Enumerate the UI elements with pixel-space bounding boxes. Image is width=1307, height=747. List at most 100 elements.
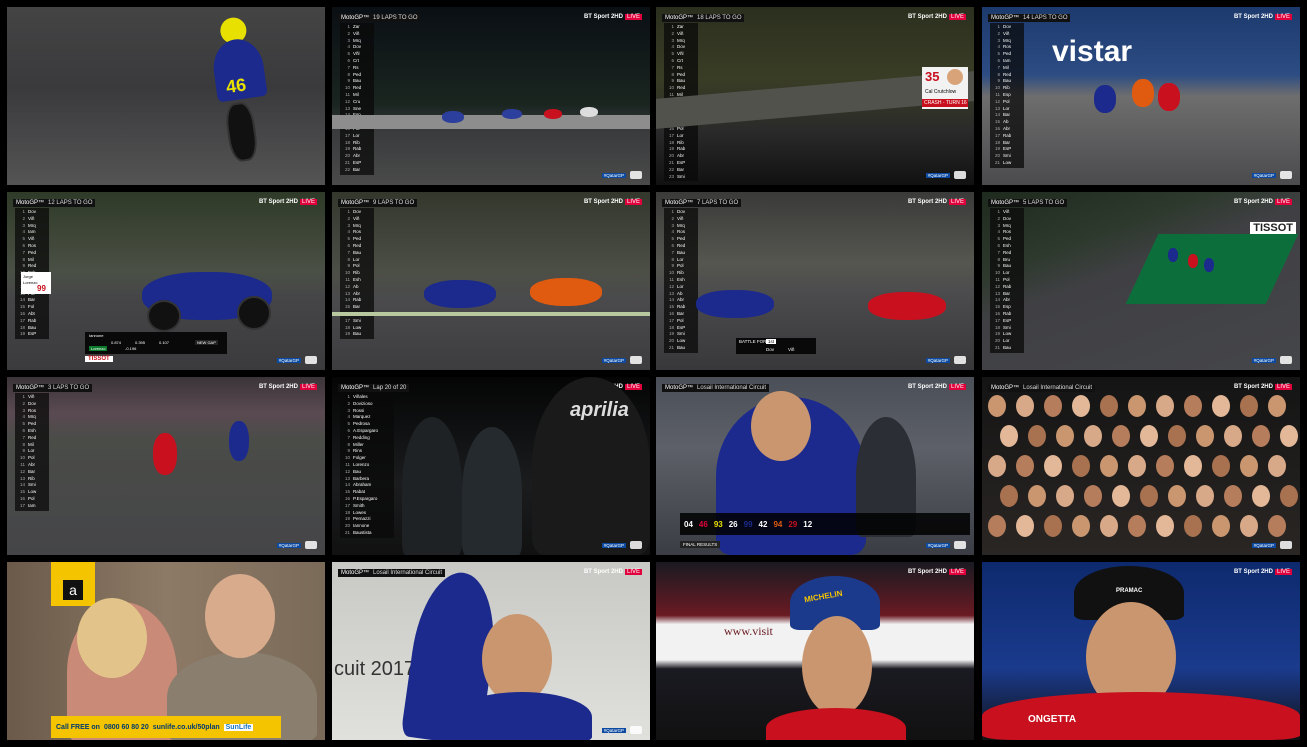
position: 17: [19, 317, 25, 323]
leaderboard: 1 Dov 2 Viñ 3 Mrq 4 Ros 5 Ped 6 Red 7 Bau 8 Lor 9 Pol 10 Ri…: [340, 208, 374, 340]
spectator: [1196, 485, 1214, 507]
broadcast-bug: MotoGP™ Losail International Circuit: [338, 569, 446, 577]
rider-abbrev: Dov: [28, 209, 37, 214]
position: 5: [347, 51, 350, 57]
position: 15: [344, 304, 350, 310]
leaderboard-row: 7 Redding: [342, 435, 392, 442]
rider-abbrev: Esp: [1003, 304, 1011, 310]
rider-abbrev: Viñ: [353, 30, 360, 36]
position: 21: [344, 159, 350, 165]
broadcast-bug: MotoGP™ Lap 20 of 20: [338, 384, 410, 392]
rider-abbrev: Lor: [353, 256, 360, 262]
footer-bug: #QatarGP: [601, 541, 642, 549]
broadcast-bug: MotoGP™ 19 LAPS TO GO: [338, 14, 421, 22]
leaderboard-row: 9 Red: [17, 263, 47, 270]
channel-number: 2HD: [610, 14, 623, 20]
rider-suit: [452, 692, 592, 740]
leaderboard-row: 9 Rins: [342, 448, 392, 455]
spectator: [1112, 425, 1130, 447]
position: 18: [344, 509, 350, 515]
position: 19: [994, 146, 1000, 152]
leaderboard-row: 4 Mrq: [17, 414, 47, 421]
rider-abbrev: Viñales: [353, 394, 368, 399]
live-badge: LIVE: [1274, 199, 1292, 205]
spectator: [1212, 515, 1230, 537]
spectator: [1140, 425, 1158, 447]
leaderboard-row: 18 Bau: [17, 325, 47, 332]
leaderboard-row: 18 EsP: [666, 325, 696, 332]
leaderboard-row: 21 EsP: [666, 160, 696, 167]
leaderboard-row: 15 Low: [17, 489, 47, 496]
leaderboard-row: 14 Abr: [992, 297, 1022, 304]
channel-number: 2HD: [1260, 384, 1273, 390]
leaderboard-row: 4 Ros: [992, 229, 1022, 236]
circuit-name: Losail International Circuit: [373, 570, 443, 576]
laps-to-go: 5 LAPS TO GO: [1023, 200, 1065, 206]
leaderboard-row: 11 Esh: [666, 277, 696, 284]
series-logo: MotoGP™: [16, 385, 45, 391]
bike: [1158, 83, 1180, 111]
rider-abbrev: Dov: [28, 400, 37, 406]
channel-bug: BT Sport 2HDLIVE: [908, 14, 966, 20]
position: 2: [347, 400, 350, 406]
spectator: [1252, 425, 1270, 447]
rider-abbrev: Rab: [1003, 132, 1012, 138]
rider-abbrev: Zar: [353, 24, 360, 29]
position: 15: [994, 119, 1000, 125]
position: 1: [997, 209, 1000, 214]
leaderboard-row: 20 Abr: [342, 153, 372, 160]
rider-abbrev: Red: [353, 85, 362, 91]
leaderboard-row: 8 Lor: [666, 257, 696, 264]
broadcast-bug: MotoGP™ 7 LAPS TO GO: [662, 199, 742, 207]
rider-abbrev: Ros: [353, 229, 362, 235]
leaderboard-row: 19 Smi: [666, 331, 696, 338]
channel-name: BT Sport: [1233, 384, 1260, 390]
channel-name: BT Sport: [1233, 199, 1260, 205]
rider-abbrev: Mrq: [353, 222, 361, 228]
rider-abbrev: Rab: [28, 317, 37, 323]
position: 7: [997, 64, 1000, 70]
rider-abbrev: Lorenzo: [353, 461, 370, 467]
rider-abbrev: Red: [677, 242, 686, 248]
bike: [442, 111, 464, 123]
rider-abbrev: EsP: [677, 324, 686, 330]
result-number: 26: [728, 519, 738, 529]
sponsor-board: vistar: [1052, 35, 1133, 68]
leaderboard-row: 13 Abr: [342, 291, 372, 298]
position: 9: [671, 263, 674, 269]
leaderboard-row: 11 Abr: [17, 462, 47, 469]
spectator: [1000, 485, 1018, 507]
rider-abbrev: Barbera: [353, 475, 370, 481]
motogp-logo: [1280, 356, 1292, 364]
rear-wheel: [147, 300, 181, 332]
rider-abbrev: Red: [28, 263, 37, 269]
rider-abbrev: P.Espargaro: [353, 495, 378, 501]
spectator: [1072, 515, 1090, 537]
leaderboard-row: 13 Lor: [992, 106, 1022, 113]
rider-abbrev: Esp: [1003, 91, 1011, 97]
rider-abbrev: Rab: [677, 146, 686, 152]
spectator: [1072, 395, 1090, 417]
spectator: [1084, 485, 1102, 507]
rider-abbrev: Ped: [28, 421, 37, 427]
motogp-logo: [954, 356, 966, 364]
leaderboard-row: 14 Rab: [342, 297, 372, 304]
position: 14: [19, 297, 25, 303]
leaderboard-row: 6 Crt: [666, 58, 696, 65]
rider-name: Cal Crutchlow: [925, 89, 957, 95]
position: 14: [19, 482, 25, 488]
tile-advert: a Call FREE on 0800 60 80 20 sunlife.co.…: [7, 562, 325, 740]
rider-abbrev: Abr: [353, 290, 361, 296]
rider-abbrev: Ped: [677, 236, 686, 242]
series-logo: MotoGP™: [341, 385, 370, 391]
spectator: [1100, 515, 1118, 537]
live-badge: LIVE: [624, 199, 642, 205]
spectator: [1280, 485, 1298, 507]
rider-abbrev: Abr: [677, 297, 685, 303]
spectator: [1100, 455, 1118, 477]
rider-abbrev: Rabat: [353, 489, 366, 495]
rider-abbrev: Rab: [353, 146, 362, 152]
rider-abbrev: Ped: [1003, 51, 1012, 57]
tile-crowd: MotoGP™ Losail International Circuit BT S…: [982, 377, 1300, 555]
channel-number: 2HD: [285, 199, 298, 205]
